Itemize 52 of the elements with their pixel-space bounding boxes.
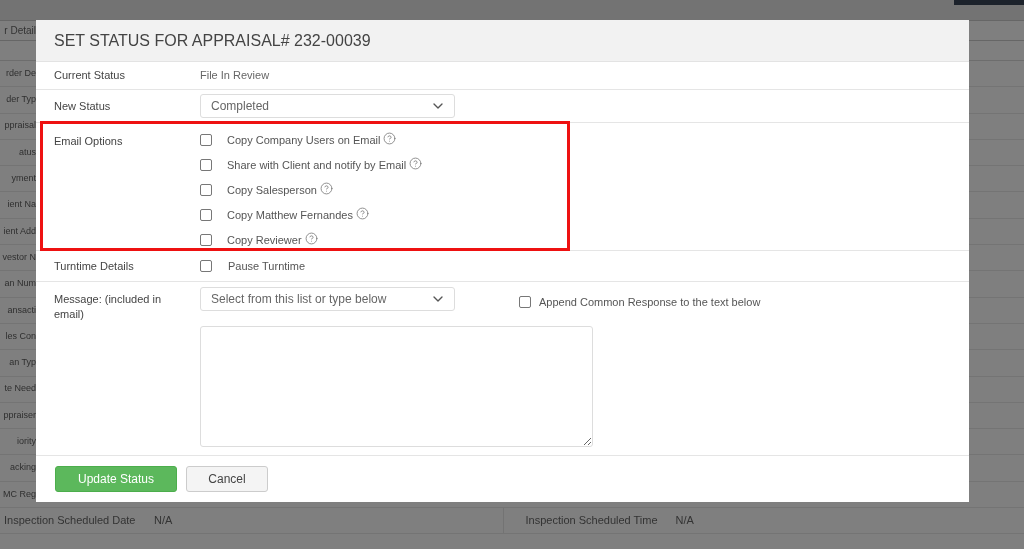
dropdown-field[interactable]: Select from this list or type below	[200, 287, 455, 311]
field-value: File In Review	[200, 68, 270, 84]
checkbox[interactable]	[200, 234, 212, 246]
field-label: MC Reg	[2, 487, 36, 501]
checkbox[interactable]	[200, 184, 212, 196]
option-label: Copy Reviewer	[227, 232, 302, 248]
option-label: Pause Turntime	[228, 258, 306, 274]
help-icon[interactable]	[355, 206, 369, 220]
field-label: ppraisal	[3, 119, 36, 133]
checkbox[interactable]	[200, 159, 212, 171]
checkbox[interactable]	[200, 209, 212, 221]
field-label: der Typ	[5, 93, 36, 107]
field-label: Current Status	[54, 68, 126, 84]
field-label: Email Options	[54, 134, 124, 149]
option-label: Append Common Response to the text below	[539, 295, 761, 310]
option-label: Share with Client and notify by Email	[227, 157, 407, 173]
section-tab[interactable]: r Detail	[0, 23, 36, 38]
field-label: Inspection Scheduled Time	[525, 513, 659, 529]
field-label: acking	[9, 461, 36, 475]
field-label: Turntime Details	[54, 258, 135, 274]
help-icon[interactable]	[304, 231, 318, 245]
field-value: N/A	[154, 513, 173, 529]
help-icon[interactable]	[383, 131, 397, 145]
help-icon[interactable]	[319, 181, 333, 195]
field-label: New Status	[54, 98, 112, 114]
option-label: Copy Matthew Fernandes	[227, 207, 353, 223]
field-label: atus	[18, 145, 36, 159]
cancel-button[interactable]: Cancel	[186, 466, 268, 492]
message-field[interactable]	[200, 326, 593, 447]
field-value: N/A	[675, 513, 694, 529]
field-label: les Con	[4, 329, 36, 343]
checkbox[interactable]	[519, 296, 531, 309]
field-label: Inspection Scheduled Date	[4, 513, 137, 529]
field-label: ient Na	[6, 198, 36, 212]
field-label: ansacti	[6, 303, 36, 317]
field-label: yment	[10, 172, 36, 186]
field-label: vestor N	[1, 250, 36, 264]
field-label: ppraiser	[2, 408, 36, 422]
field-label: Message: (included in email)	[54, 292, 162, 322]
option-label: Copy Salesperson	[227, 182, 317, 198]
field-label: rder De	[5, 66, 36, 80]
checkbox[interactable]	[200, 260, 212, 272]
option-label: Copy Company Users on Email	[227, 132, 381, 148]
help-icon[interactable]	[409, 156, 423, 170]
dialog-title: SET STATUS FOR APPRAISAL# 232-00039	[54, 30, 371, 51]
field-label: ient Add	[2, 224, 36, 238]
field-label: an Num	[3, 277, 36, 291]
checkbox[interactable]	[200, 134, 212, 146]
field-label: te Need	[3, 382, 36, 396]
field-label: an Typ	[8, 356, 36, 370]
dropdown-field[interactable]: Completed	[200, 94, 455, 118]
field-label: iority	[16, 435, 36, 449]
